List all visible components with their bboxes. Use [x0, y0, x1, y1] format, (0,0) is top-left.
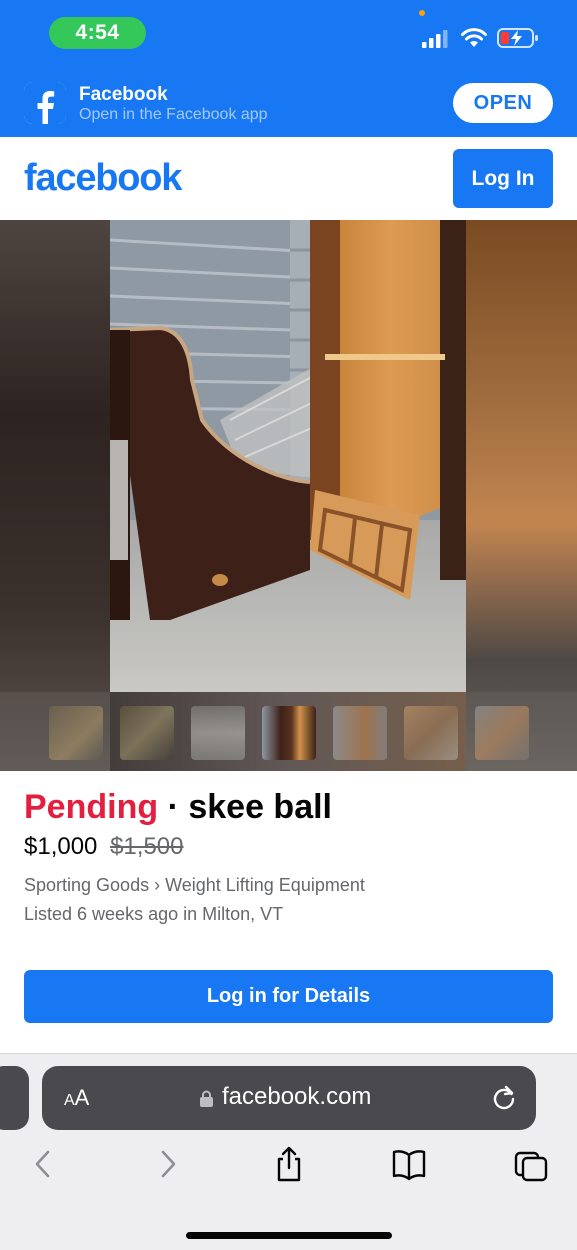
photo-thumbnail[interactable]: [191, 706, 245, 760]
site-header: facebook Log In: [0, 137, 577, 220]
photo-blur-backdrop-left: [0, 220, 110, 771]
price-line: $1,000 $1,500: [24, 833, 183, 861]
mic-indicator-icon: [419, 10, 425, 16]
photo-thumbnail[interactable]: [404, 706, 458, 760]
original-price: $1,500: [110, 833, 184, 860]
open-in-app-banner[interactable]: Facebook Open in the Facebook app OPEN: [0, 70, 577, 137]
banner-subtitle: Open in the Facebook app: [79, 106, 268, 123]
back-icon[interactable]: [26, 1146, 60, 1182]
pending-status-label: Pending: [24, 788, 159, 826]
text-size-button[interactable]: AA: [64, 1085, 89, 1111]
previous-tab-edge[interactable]: [0, 1066, 29, 1130]
lock-icon: [200, 1090, 213, 1107]
current-price: $1,000: [24, 833, 98, 860]
listing-title: skee ball: [188, 788, 332, 826]
log-in-button[interactable]: Log In: [453, 149, 553, 208]
share-icon[interactable]: [272, 1146, 306, 1182]
tabs-icon[interactable]: [514, 1146, 548, 1182]
status-time: 4:54: [49, 17, 146, 49]
listing-category: Sporting Goods › Weight Lifting Equipmen…: [24, 875, 365, 895]
photo-gallery: [0, 220, 577, 771]
status-bar: 4:54: [0, 0, 577, 70]
listing-details: Pending · skee ball $1,000 $1,500 Sporti…: [0, 771, 577, 1053]
cellular-signal-icon: [422, 30, 448, 48]
thumbnail-strip: [0, 692, 577, 771]
listing-title-line: Pending · skee ball: [24, 788, 332, 827]
home-indicator: [186, 1232, 392, 1239]
address-bar[interactable]: AA facebook.com: [42, 1066, 536, 1130]
wifi-icon: [461, 28, 487, 47]
facebook-logo[interactable]: facebook: [24, 157, 182, 200]
browser-toolbar: AA facebook.com: [0, 1053, 577, 1250]
url-text[interactable]: facebook.com: [222, 1083, 371, 1111]
photo-thumbnail-selected[interactable]: [262, 706, 316, 760]
open-app-button[interactable]: OPEN: [453, 83, 553, 123]
photo-thumbnail[interactable]: [475, 706, 529, 760]
listing-date-location: Listed 6 weeks ago in Milton, VT: [24, 904, 284, 924]
forward-icon[interactable]: [151, 1146, 185, 1182]
bookmarks-icon[interactable]: [392, 1146, 426, 1182]
listing-main-photo[interactable]: [110, 220, 466, 692]
photo-thumbnail[interactable]: [49, 706, 103, 760]
reload-icon[interactable]: [490, 1084, 518, 1112]
banner-app-name: Facebook: [79, 84, 168, 105]
log-in-for-details-button[interactable]: Log in for Details: [24, 970, 553, 1023]
photo-thumbnail[interactable]: [333, 706, 387, 760]
battery-charging-icon: [497, 28, 538, 48]
facebook-app-icon: [24, 82, 66, 124]
photo-blur-backdrop-right: [466, 220, 577, 771]
title-separator: ·: [167, 788, 179, 826]
photo-thumbnail[interactable]: [120, 706, 174, 760]
